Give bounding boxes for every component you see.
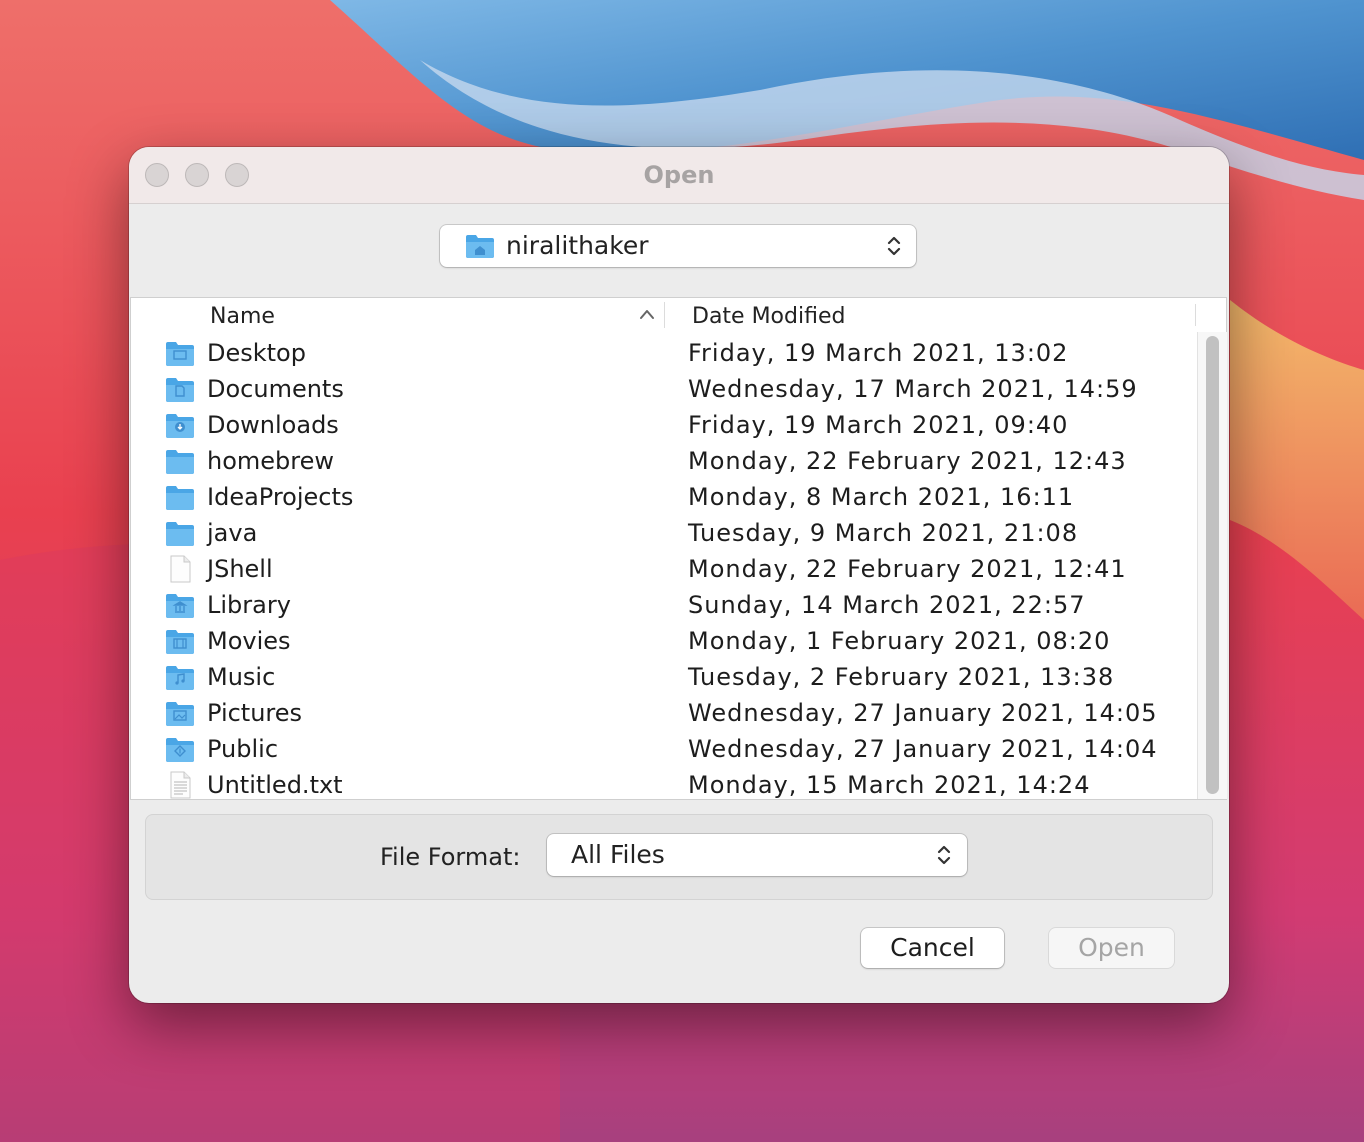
folder-icon xyxy=(165,447,195,475)
file-row[interactable]: Movies Monday, 1 February 2021, 08:20 xyxy=(131,623,1195,659)
file-date-modified: Wednesday, 17 March 2021, 14:59 xyxy=(688,375,1138,403)
location-popup[interactable]: niralithaker xyxy=(440,225,916,267)
file-row[interactable]: Untitled.txt Monday, 15 March 2021, 14:24 xyxy=(131,767,1195,803)
file-format-popup[interactable]: All Files xyxy=(547,834,967,876)
window-title: Open xyxy=(643,161,715,189)
public-folder-icon xyxy=(165,735,195,763)
file-row[interactable]: homebrew Monday, 22 February 2021, 12:43 xyxy=(131,443,1195,479)
text-file-icon xyxy=(165,771,195,799)
file-date-modified: Monday, 15 March 2021, 14:24 xyxy=(688,771,1091,799)
file-row[interactable]: Library Sunday, 14 March 2021, 22:57 xyxy=(131,587,1195,623)
file-row[interactable]: Documents Wednesday, 17 March 2021, 14:59 xyxy=(131,371,1195,407)
folder-icon xyxy=(165,483,195,511)
file-date-modified: Monday, 22 February 2021, 12:43 xyxy=(688,447,1127,475)
cancel-button[interactable]: Cancel xyxy=(861,928,1004,968)
file-name: Untitled.txt xyxy=(207,771,343,799)
current-folder-label: niralithaker xyxy=(506,231,649,260)
folder-icon xyxy=(165,519,195,547)
file-row[interactable]: java Tuesday, 9 March 2021, 21:08 xyxy=(131,515,1195,551)
file-list: Name Date Modified Desktop Friday, 19 Mar… xyxy=(130,297,1227,800)
file-date-modified: Friday, 19 March 2021, 09:40 xyxy=(688,411,1069,439)
library-folder-icon xyxy=(165,591,195,619)
home-folder-icon xyxy=(466,235,494,258)
file-date-modified: Tuesday, 2 February 2021, 13:38 xyxy=(688,663,1115,691)
file-date-modified: Friday, 19 March 2021, 13:02 xyxy=(688,339,1069,367)
file-row[interactable]: Public Wednesday, 27 January 2021, 14:04 xyxy=(131,731,1195,767)
file-format-value: All Files xyxy=(571,840,665,869)
file-row[interactable]: Downloads Friday, 19 March 2021, 09:40 xyxy=(131,407,1195,443)
documents-folder-icon xyxy=(165,375,195,403)
chevron-updown-icon xyxy=(937,845,951,865)
file-name: homebrew xyxy=(207,447,335,475)
file-rows: Desktop Friday, 19 March 2021, 13:02 Docum… xyxy=(131,335,1195,803)
file-name: Documents xyxy=(207,375,344,403)
file-name: IdeaProjects xyxy=(207,483,354,511)
file-row[interactable]: IdeaProjects Monday, 8 March 2021, 16:11 xyxy=(131,479,1195,515)
sort-ascending-icon[interactable] xyxy=(639,308,655,320)
file-name: Library xyxy=(207,591,291,619)
movies-folder-icon xyxy=(165,627,195,655)
file-name: Downloads xyxy=(207,411,339,439)
file-row[interactable]: JShell Monday, 22 February 2021, 12:41 xyxy=(131,551,1195,587)
column-divider xyxy=(1195,304,1196,326)
file-name: Public xyxy=(207,735,279,763)
blank-file-icon xyxy=(165,555,195,583)
file-date-modified: Sunday, 14 March 2021, 22:57 xyxy=(688,591,1086,619)
file-format-panel: File Format: All Files xyxy=(145,814,1213,900)
file-name: Pictures xyxy=(207,699,303,727)
file-date-modified: Monday, 22 February 2021, 12:41 xyxy=(688,555,1127,583)
title-bar: Open xyxy=(129,147,1229,204)
vertical-scrollbar[interactable] xyxy=(1197,332,1227,799)
column-divider[interactable] xyxy=(664,302,665,328)
file-date-modified: Monday, 1 February 2021, 08:20 xyxy=(688,627,1111,655)
file-date-modified: Monday, 8 March 2021, 16:11 xyxy=(688,483,1075,511)
file-name: java xyxy=(207,519,258,547)
file-format-label: File Format: xyxy=(380,843,521,871)
pictures-folder-icon xyxy=(165,699,195,727)
open-dialog: Open niralithaker Name Date Modified Des… xyxy=(129,147,1229,1003)
music-folder-icon xyxy=(165,663,195,691)
file-row[interactable]: Music Tuesday, 2 February 2021, 13:38 xyxy=(131,659,1195,695)
file-row[interactable]: Desktop Friday, 19 March 2021, 13:02 xyxy=(131,335,1195,371)
file-name: Music xyxy=(207,663,276,691)
column-header-date-modified[interactable]: Date Modified xyxy=(692,303,845,331)
file-name: JShell xyxy=(207,555,273,583)
file-name: Movies xyxy=(207,627,291,655)
chevron-updown-icon xyxy=(887,236,901,256)
file-row[interactable]: Pictures Wednesday, 27 January 2021, 14:0… xyxy=(131,695,1195,731)
scrollbar-thumb[interactable] xyxy=(1206,336,1219,794)
desktop-folder-icon xyxy=(165,339,195,367)
file-date-modified: Wednesday, 27 January 2021, 14:04 xyxy=(688,735,1158,763)
file-name: Desktop xyxy=(207,339,306,367)
downloads-folder-icon xyxy=(165,411,195,439)
open-button[interactable]: Open xyxy=(1049,928,1174,968)
file-date-modified: Wednesday, 27 January 2021, 14:05 xyxy=(688,699,1158,727)
file-date-modified: Tuesday, 9 March 2021, 21:08 xyxy=(688,519,1079,547)
column-header-name[interactable]: Name xyxy=(210,303,275,331)
